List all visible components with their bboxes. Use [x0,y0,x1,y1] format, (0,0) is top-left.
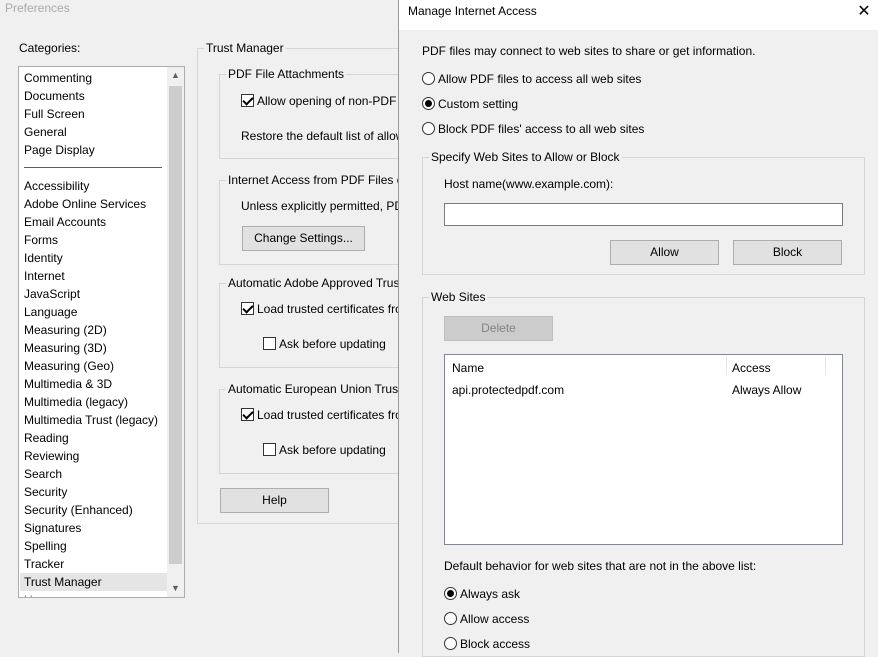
eu-ask-before-updating-checkbox[interactable] [263,443,276,456]
block-all-radio[interactable] [422,122,435,135]
manage-internet-access-dialog: Manage Internet Access ✕ PDF files may c… [398,0,878,657]
block-access-label: Block access [460,637,531,651]
category-item[interactable]: Signatures [24,519,81,537]
web-sites-table[interactable]: Name Access api.protectedpdf.com Always … [444,354,843,545]
always-ask-label: Always ask [460,587,521,601]
specify-sites-legend: Specify Web Sites to Allow or Block [429,150,622,164]
allow-button[interactable]: Allow [610,240,719,265]
allow-non-pdf-label: Allow opening of non-PDF [257,94,397,108]
column-separator[interactable] [825,357,826,375]
category-item-selected[interactable]: Trust Manager [20,573,167,591]
category-item[interactable]: Reading [24,429,69,447]
category-item[interactable]: Accessibility [24,177,89,195]
web-sites-legend: Web Sites [429,290,488,304]
categories-scrollbar[interactable]: ▲ ▼ [167,67,184,597]
eu-trust-group [219,389,409,474]
scrollbar-thumb[interactable] [169,86,182,564]
site-name-cell: api.protectedpdf.com [452,383,565,397]
column-header-name[interactable]: Name [452,361,484,375]
custom-setting-radio[interactable] [422,97,435,110]
category-item[interactable]: Spelling [24,537,67,555]
category-item[interactable]: General [24,123,67,141]
internet-access-group [219,180,409,265]
dialog-intro-text: PDF files may connect to web sites to sh… [422,44,756,58]
host-name-input[interactable] [444,203,843,226]
category-item[interactable]: Identity [24,249,63,267]
category-item[interactable]: Commenting [24,69,92,87]
block-access-radio[interactable] [444,637,457,650]
dialog-titlebar[interactable]: Manage Internet Access ✕ [399,0,878,30]
eu-ask-before-updating-label: Ask before updating [279,443,386,457]
adobe-ask-before-updating-label: Ask before updating [279,337,386,351]
allow-access-radio[interactable] [444,612,457,625]
column-header-access[interactable]: Access [732,361,771,375]
block-button[interactable]: Block [733,240,842,265]
categories-label: Categories: [19,41,81,55]
category-item[interactable]: Measuring (Geo) [24,357,114,375]
dialog-title: Manage Internet Access [408,4,537,18]
site-access-cell: Always Allow [732,383,802,397]
category-item[interactable]: Forms [24,231,58,249]
change-settings-button[interactable]: Change Settings... [242,226,365,251]
allow-all-radio[interactable] [422,72,435,85]
adobe-approved-trust-group [219,283,409,368]
category-item[interactable]: Internet [24,267,65,285]
default-behavior-label: Default behavior for web sites that are … [444,559,757,573]
category-item[interactable]: Security (Enhanced) [24,501,133,519]
category-item[interactable]: Page Display [24,141,95,159]
host-name-label: Host name(www.example.com): [444,177,614,191]
custom-setting-label: Custom setting [438,97,519,111]
category-item[interactable]: Language [24,303,77,321]
allow-all-label: Allow PDF files to access all web sites [438,72,642,86]
category-item[interactable]: Measuring (2D) [24,321,107,339]
adobe-load-certs-label: Load trusted certificates fro [257,302,402,316]
category-item[interactable]: Multimedia Trust (legacy) [24,411,158,429]
category-item[interactable]: Multimedia (legacy) [24,393,128,411]
always-ask-radio[interactable] [444,587,457,600]
categories-divider [24,167,162,168]
internet-access-legend: Internet Access from PDF Files o [226,173,406,187]
delete-button[interactable]: Delete [444,316,553,341]
pdf-attachments-group [219,74,409,159]
category-item[interactable]: Full Screen [24,105,85,123]
adobe-approved-legend: Automatic Adobe Approved Trus [226,276,402,290]
category-item[interactable]: Security [24,483,67,501]
panel-title: Trust Manager [204,41,286,55]
unless-permitted-text: Unless explicitly permitted, PD [241,199,404,213]
category-item[interactable]: Search [24,465,62,483]
category-item[interactable]: Adobe Online Services [24,195,146,213]
categories-list[interactable]: Commenting Documents Full Screen General Pag… [18,66,185,598]
scroll-down-icon[interactable]: ▼ [167,580,184,597]
category-item[interactable]: Documents [24,87,85,105]
allow-non-pdf-checkbox[interactable] [241,94,254,107]
preferences-window-title: Preferences [5,1,70,15]
category-item[interactable]: Measuring (3D) [24,339,107,357]
adobe-load-certs-checkbox[interactable] [241,302,254,315]
help-button[interactable]: Help [220,488,329,513]
eu-load-certs-checkbox[interactable] [241,408,254,421]
category-item[interactable]: Reviewing [24,447,79,465]
restore-default-text: Restore the default list of allow [241,129,405,143]
scroll-up-icon[interactable]: ▲ [167,67,184,84]
eu-load-certs-label: Load trusted certificates fro [257,408,402,422]
eu-trust-legend: Automatic European Union Trust [226,382,404,396]
category-item[interactable]: Email Accounts [24,213,106,231]
category-item[interactable]: Multimedia & 3D [24,375,112,393]
pdf-attachments-legend: PDF File Attachments [226,67,347,81]
allow-access-label: Allow access [460,612,530,626]
category-item[interactable]: Tracker [24,555,64,573]
categories-partial-item: U [24,591,33,597]
category-item[interactable]: JavaScript [24,285,80,303]
column-separator[interactable] [726,357,727,375]
close-icon[interactable]: ✕ [849,0,878,26]
adobe-ask-before-updating-checkbox[interactable] [263,337,276,350]
block-all-label: Block PDF files' access to all web sites [438,122,645,136]
